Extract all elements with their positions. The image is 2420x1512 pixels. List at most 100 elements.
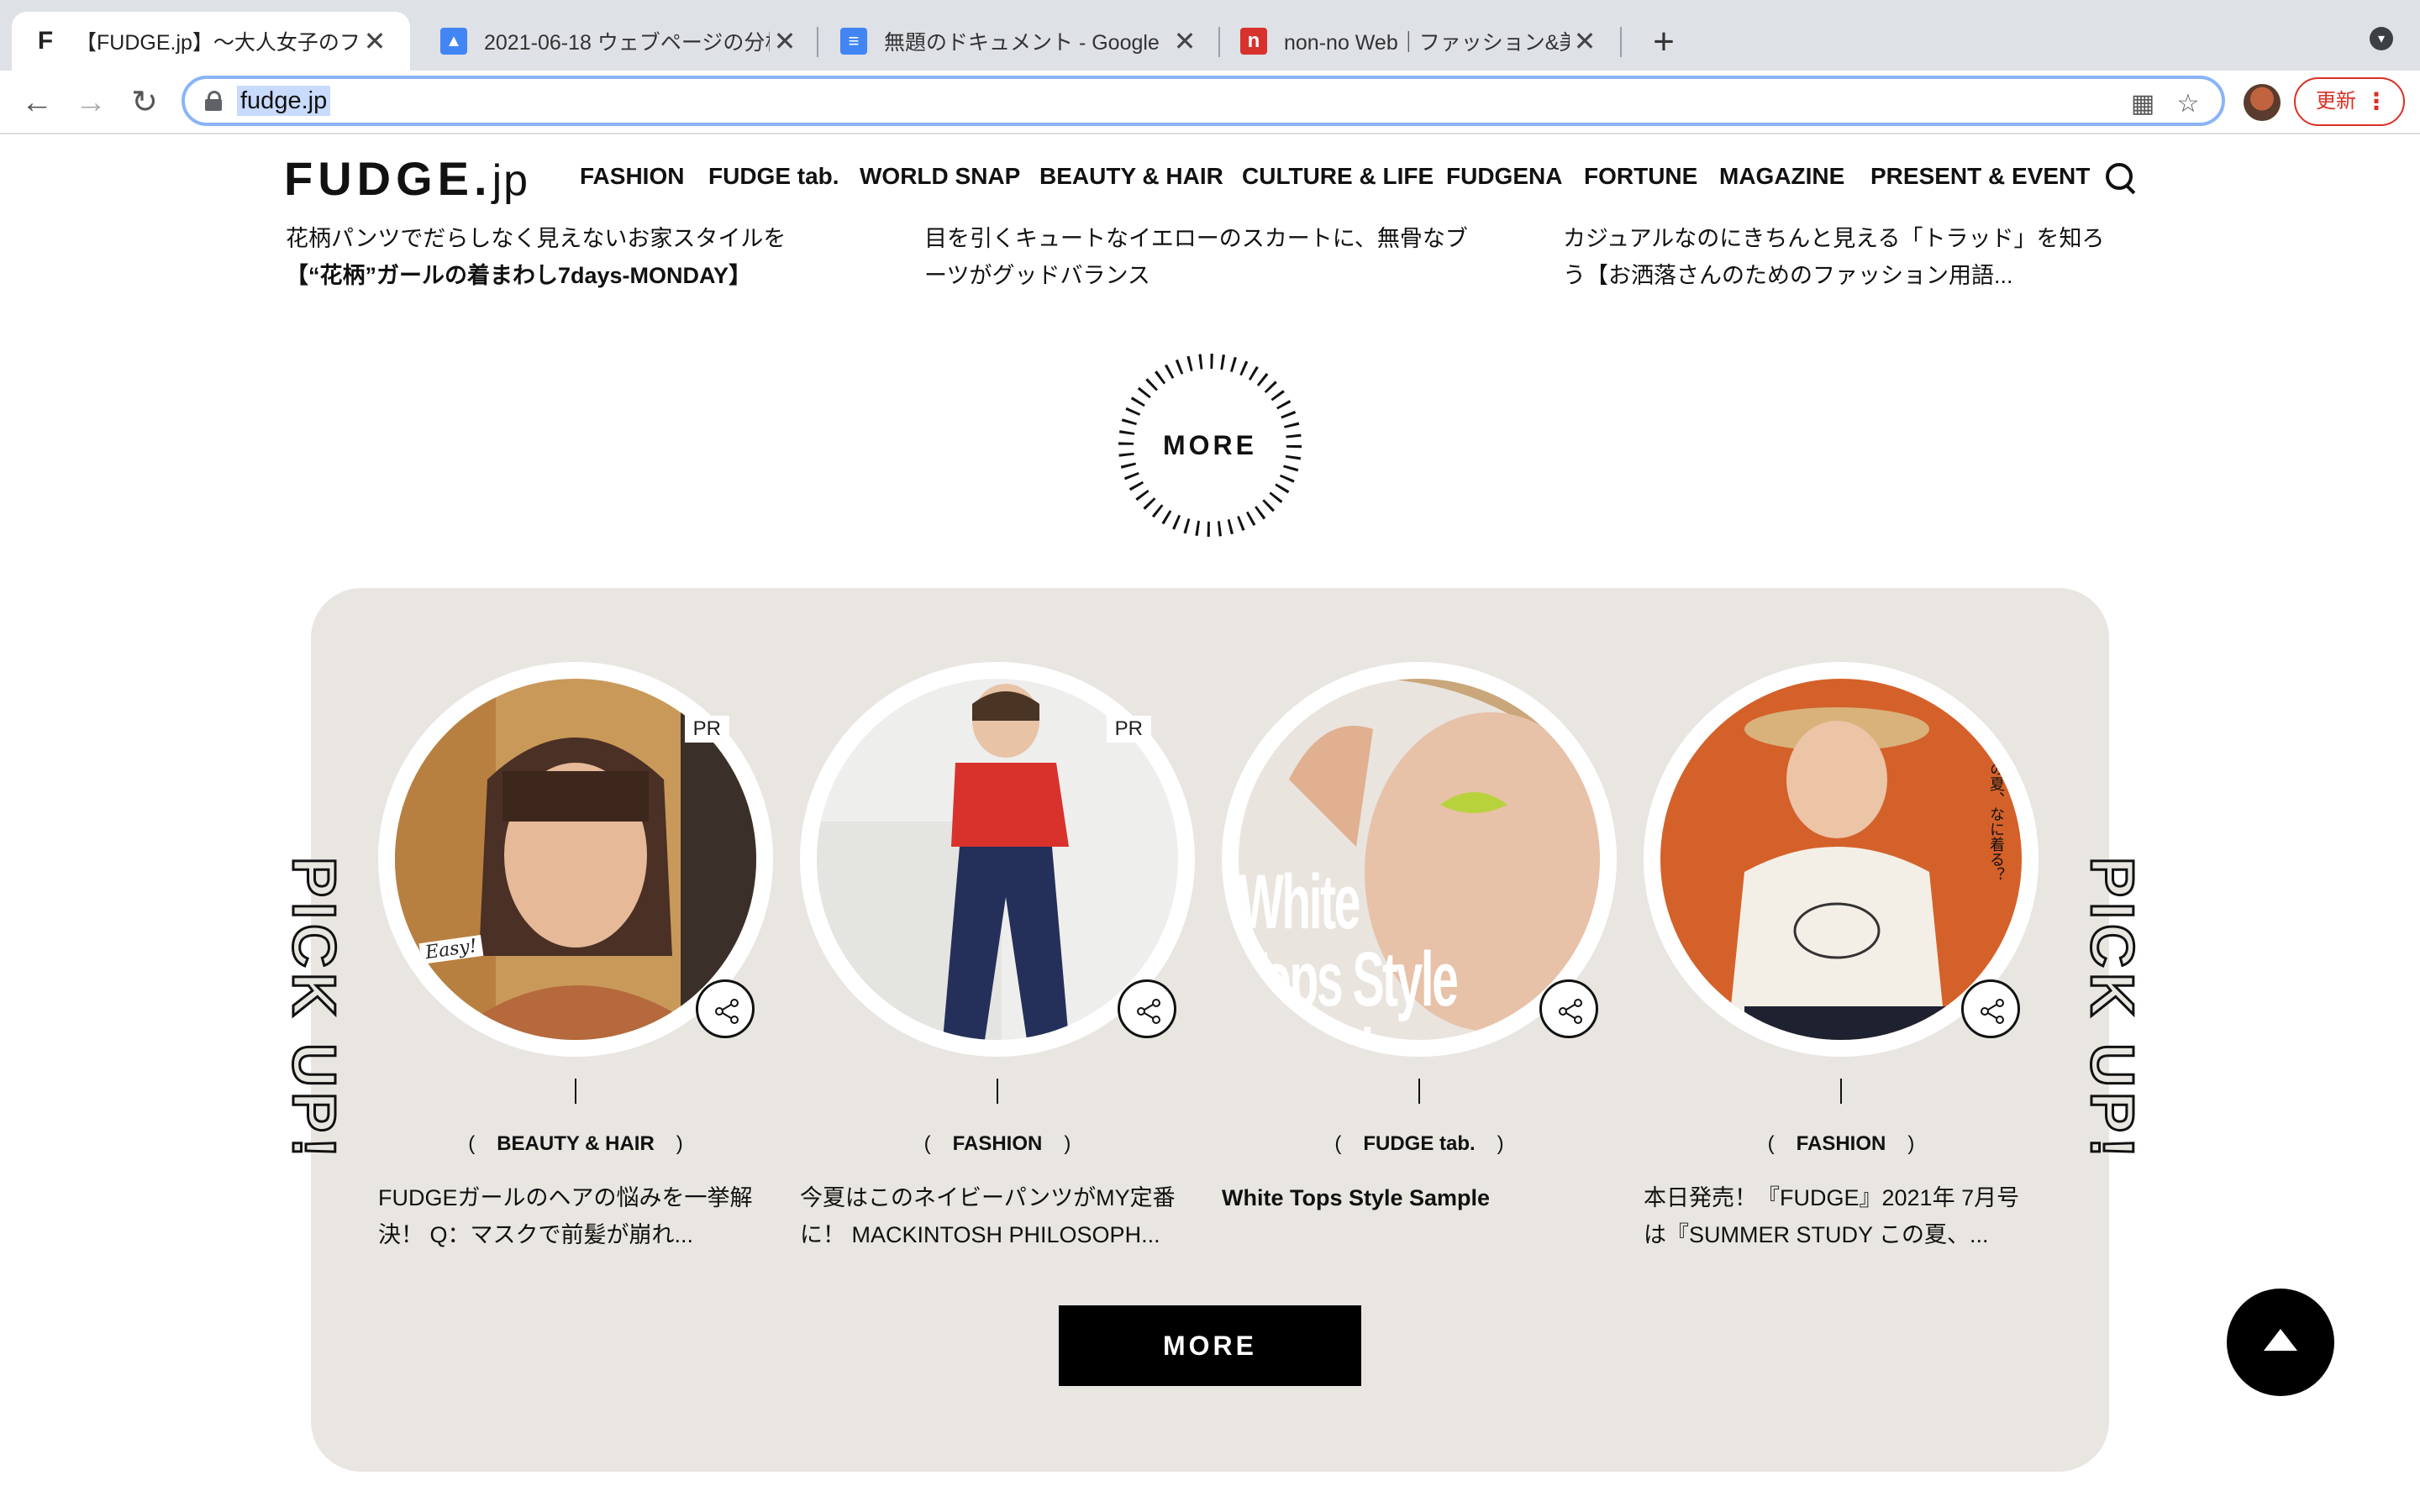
category-label: FASHION [1796,1132,1886,1155]
tab-title: 無題のドキュメント - Google ド [884,31,1170,55]
qr-code-icon[interactable]: ▦ [2128,89,2158,119]
share-icon [715,999,739,1024]
nav-fortune[interactable]: FORTUNE [1584,163,1697,190]
profile-avatar[interactable] [2244,84,2281,121]
card-title[interactable]: 今夏はこのネイビーパンツがMY定番 に！ MACKINTOSH PHILOSOP… [800,1179,1195,1253]
tab-report[interactable]: ▲ 2021-06-18 ウェブページの分析 ✕ [420,12,820,71]
nav-beauty-hair[interactable]: BEAUTY & HAIR [1039,163,1223,190]
pickup-heading-left: PICK UP! [279,856,349,1193]
new-tab-button[interactable]: + [1640,18,1687,66]
title-line: 本日発売！『FUDGE』2021年 7月号 [1644,1185,2020,1210]
title-line: FUDGEガールのヘアの悩みを一挙解 [378,1185,753,1210]
paren: ( [1767,1132,1775,1155]
report-icon: ▲ [440,28,467,55]
divider-line [997,1079,998,1104]
nav-fudge-tab[interactable]: FUDGE tab. [708,163,839,190]
address-bar[interactable]: fudge.jp ▦ ☆ [182,76,2225,126]
docs-icon: ≡ [840,28,867,55]
pr-badge: PR [684,716,729,743]
browser-toolbar: ← → ↻ fudge.jp ▦ ☆ 更新 ⋮ [0,71,2420,134]
pr-badge: PR [1106,716,1151,743]
paren: ( [468,1132,476,1155]
article-link[interactable]: カジュアルなのにきちんと見える「トラッド」を知ろ う【お洒落さんのためのファッシ… [1563,220,2118,294]
article-line: う【お洒落さんのためのファッション用語... [1563,263,2013,288]
card-category[interactable]: (BEAUTY & HAIR) [378,1132,773,1156]
scroll-to-top-button[interactable] [2227,1289,2334,1396]
share-button[interactable] [1539,979,1598,1038]
tab-search-icon[interactable]: ▾ [2370,27,2393,50]
tab-title: 2021-06-18 ウェブページの分析 [484,31,770,55]
paren: ) [1064,1132,1071,1155]
more-button[interactable]: MORE [1059,1305,1361,1386]
title-line: 決！ Q：マスクで前髪が崩れ... [378,1222,694,1247]
nav-magazine[interactable]: MAGAZINE [1719,163,1844,190]
lock-icon [205,91,222,111]
article-line: ーツがグッドバランス [924,263,1150,288]
nav-fudgena[interactable]: FUDGENA [1446,163,1562,190]
divider-line [1418,1079,1420,1104]
share-button[interactable] [1118,979,1176,1038]
title-line: は『SUMMER STUDY この夏、... [1644,1222,1989,1247]
category-label: FUDGE tab. [1363,1132,1476,1155]
pickup-card[interactable]: White Tops Style Sample (FUDGE tab.) Whi… [1222,662,1617,1210]
close-tab-icon[interactable]: ✕ [1170,25,1200,57]
card-category[interactable]: ( FASHION) [1644,1132,2039,1156]
share-button[interactable] [1961,979,2020,1038]
nav-fashion[interactable]: FASHION [580,163,684,190]
nonno-favicon-icon: n [1240,28,1267,55]
pickup-card[interactable]: Easy! PR (BEAUTY & HAIR) FUDGEガールのヘアの悩みを… [378,662,773,1247]
nav-culture-life[interactable]: CULTURE & LIFE [1242,163,1434,190]
pickup-card[interactable]: PR (FASHION) 今夏はこのネイビーパンツがMY定番 に！ MACKIN… [800,662,1195,1247]
card-title[interactable]: FUDGEガールのヘアの悩みを一挙解 決！ Q：マスクで前髪が崩れ... [378,1179,773,1253]
card-title[interactable]: White Tops Style Sample [1222,1179,1617,1216]
fudge-favicon-icon: F [37,27,54,55]
more-circle-button[interactable]: MORE [1118,353,1302,538]
close-tab-icon[interactable]: ✕ [770,25,800,57]
search-icon[interactable] [2104,161,2138,195]
back-arrow-icon[interactable]: ← [13,79,60,126]
menu-dots-icon: ⋮ [2365,88,2388,114]
bookmark-star-icon[interactable]: ☆ [2173,89,2203,119]
nav-present-event[interactable]: PRESENT & EVENT [1870,163,2090,190]
paren: ) [1907,1132,1915,1155]
tab-divider [1620,27,1622,57]
paren: ) [676,1132,683,1155]
tab-divider [817,27,818,57]
card-category[interactable]: ( FASHION) [800,1132,1195,1156]
more-circle-label: MORE [1163,430,1257,460]
pickup-card[interactable]: この夏、なに着る？ ( FASHION) 本日発売！『FUDGE』2021年 7月… [1644,662,2039,1247]
divider-line [1840,1079,1842,1104]
nav-world-snap[interactable]: WORLD SNAP [860,163,1020,190]
logo-dot: . [474,152,492,205]
url-text[interactable]: fudge.jp [237,86,331,116]
category-label: FASHION [952,1132,1043,1155]
close-tab-icon[interactable]: ✕ [1570,25,1600,57]
card-thumbnail[interactable]: PR [800,662,1195,1057]
card-photo: White Tops Style Sample [1239,679,1600,1040]
tab-fudge[interactable]: F 【FUDGE.jp】〜大人女子のファッ ✕ [12,12,410,71]
tab-strip: F 【FUDGE.jp】〜大人女子のファッ ✕ ▲ 2021-06-18 ウェブ… [0,0,2420,71]
card-overlay-text: White Tops Style Sample [1239,859,1459,1040]
card-overlay-text: この夏、なに着る？ [1988,746,2005,882]
card-thumbnail[interactable]: White Tops Style Sample [1222,662,1617,1057]
article-link[interactable]: 目を引くキュートなイエローのスカートに、無骨なブ ーツがグッドバランス [924,220,1479,294]
update-button[interactable]: 更新 ⋮ [2294,77,2405,126]
card-title[interactable]: 本日発売！『FUDGE』2021年 7月号 は『SUMMER STUDY この夏… [1644,1179,2039,1253]
site-logo[interactable]: FUDGE.jp [284,151,529,206]
forward-arrow-icon[interactable]: → [67,79,114,126]
share-icon [1981,999,2004,1024]
tab-nonno[interactable]: n non-no Web｜ファッション&美 ✕ [1220,12,1620,71]
reload-icon[interactable]: ↻ [121,79,168,126]
tab-title: non-no Web｜ファッション&美 [1284,31,1570,55]
tab-docs[interactable]: ≡ 無題のドキュメント - Google ド ✕ [820,12,1220,71]
share-button[interactable] [696,979,755,1038]
paren: ( [923,1132,931,1155]
card-category[interactable]: (FUDGE tab.) [1222,1132,1617,1156]
close-tab-icon[interactable]: ✕ [360,25,390,57]
share-icon [1559,999,1582,1024]
card-thumbnail[interactable]: Easy! PR [378,662,773,1057]
card-thumbnail[interactable]: この夏、なに着る？ [1644,662,2039,1057]
article-line: カジュアルなのにきちんと見える「トラッド」を知ろ [1563,226,2105,251]
article-link[interactable]: 花柄パンツでだらしなく見えないお家スタイルを 【“花柄”ガールの着まわし7day… [286,220,840,294]
article-line: 花柄パンツでだらしなく見えないお家スタイルを [286,226,786,251]
